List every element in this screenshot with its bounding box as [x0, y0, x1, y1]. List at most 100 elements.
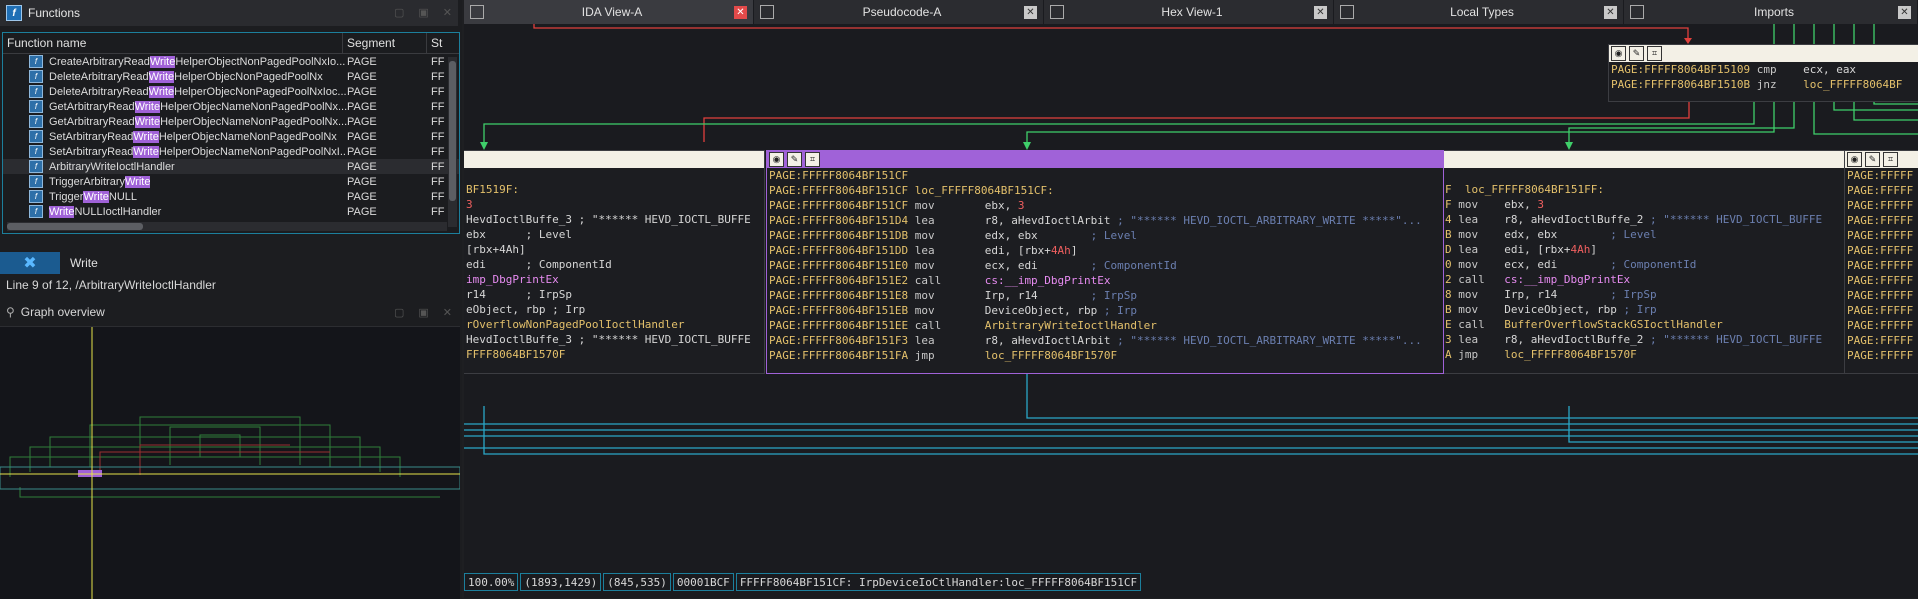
function-name: DeleteArbitraryReadWriteHelperObjecNonPa… — [49, 85, 347, 98]
restore-icon[interactable]: ▣ — [418, 306, 428, 319]
color-icon[interactable]: ◉ — [1847, 152, 1862, 167]
code-line: PAGE:FFFFF8064BF1510B jnz loc_FFFFF8064B… — [1611, 77, 1918, 92]
function-row[interactable]: f TriggerWriteNULL PAGE FF — [3, 189, 459, 204]
scroll-thumb[interactable] — [7, 223, 143, 230]
code-line: edi ; ComponentId — [466, 257, 764, 272]
function-name: CreateArbitraryReadWriteHelperObjectNonP… — [49, 55, 347, 68]
tab-hex-view-1[interactable]: Hex View-1 ✕ — [1044, 0, 1334, 24]
code-block-far-right[interactable]: ◉ ✎ ⌗ PAGE:FFFFF PAGE:FFFFF PAGE:FFFFF PAGE… — [1844, 150, 1918, 374]
function-row[interactable]: f GetArbitraryReadWriteHelperObjecNameNon… — [3, 114, 459, 129]
graph-overview-title-bar[interactable]: ⚲ Graph overview ▢ ▣ ✕ — [0, 300, 458, 324]
address: PAGE:FFFFF8064BF151CF — [769, 199, 909, 212]
function-icon: f — [29, 100, 43, 113]
address: PAGE:FFFFF8064BF151CF — [769, 169, 909, 182]
mnemonic: call — [914, 274, 942, 287]
operands: ArbitraryWriteIoctlHandler — [984, 319, 1157, 332]
vertical-scrollbar[interactable] — [448, 57, 457, 227]
operands: r8, aHevdIoctlArbit ; "****** HEVD_IOCTL… — [984, 334, 1422, 347]
tab-close-icon[interactable]: ✕ — [1604, 5, 1617, 19]
code-line: PAGE:FFFFF8064BF151CF mov ebx, 3 — [769, 198, 1443, 213]
code-line: PAGE:FFFFF8064BF151DD lea edi, [rbx+4Ah] — [769, 243, 1443, 258]
function-segment: PAGE — [347, 85, 377, 98]
search-input[interactable] — [68, 253, 452, 273]
function-row[interactable]: f SetArbitraryReadWriteHelperObjecNameNon… — [3, 144, 459, 159]
color-icon[interactable]: ◉ — [769, 152, 784, 167]
function-row[interactable]: f DeleteArbitraryReadWriteHelperObjecNonP… — [3, 69, 459, 84]
tab-close-icon[interactable]: ✕ — [1024, 5, 1037, 19]
code-block-right[interactable]: F loc_FFFFF8064BF151FF: F mov ebx, 3 4 lea r… — [1442, 150, 1864, 374]
function-segment: PAGE — [347, 190, 377, 203]
function-row[interactable]: f ArbitraryWriteIoctlHandler PAGE FF — [3, 159, 459, 174]
function-row[interactable]: f CreateArbitraryReadWriteHelperObjectNon… — [3, 54, 459, 69]
operands: ecx, edi ; ComponentId — [984, 259, 1177, 272]
float-icon[interactable]: ▢ — [394, 306, 404, 319]
tab-imports[interactable]: Imports ✕ — [1624, 0, 1918, 24]
block-code: BF1519F: 3 HevdIoctlBuffe_3 ; "****** HEVD… — [464, 168, 764, 362]
rename-icon[interactable]: ✎ — [1629, 46, 1644, 61]
graph-icon[interactable]: ⌗ — [805, 152, 820, 167]
overview-red-edges — [99, 444, 330, 477]
code-line: PAGE:FFFFF — [1847, 228, 1918, 243]
operands: cs:__imp_DbgPrintEx — [984, 274, 1111, 287]
function-row[interactable]: f WriteNULLIoctlHandler PAGE FF — [3, 204, 459, 219]
function-segment: PAGE — [347, 115, 377, 128]
restore-icon[interactable]: ▣ — [418, 6, 428, 19]
name-match-highlight: Write — [134, 100, 161, 113]
code-block-current[interactable]: ◉ ✎ ⌗ PAGE:FFFFF8064BF151CF PAGE:FFFFF80… — [766, 150, 1444, 374]
tab-close-icon[interactable]: ✕ — [1314, 5, 1327, 19]
tab-local-types[interactable]: Local Types ✕ — [1334, 0, 1624, 24]
tab-close-icon[interactable]: ✕ — [734, 5, 747, 19]
mnemonic: mov — [1458, 303, 1479, 316]
clear-search-button[interactable]: ✖ — [0, 252, 60, 274]
function-row[interactable]: f TriggerArbitraryWrite PAGE FF — [3, 174, 459, 189]
code-line: PAGE:FFFFF8064BF151EB mov DeviceObject, r… — [769, 303, 1443, 318]
rename-icon[interactable]: ✎ — [1865, 152, 1880, 167]
address: PAGE:FFFFF — [1847, 169, 1914, 182]
graph-overview[interactable] — [0, 326, 460, 599]
code-block-top[interactable]: ◉ ✎ ⌗ PAGE:FFFFF8064BF15109 cmp ecx, eax… — [1608, 44, 1918, 102]
rename-icon[interactable]: ✎ — [787, 152, 802, 167]
color-icon[interactable]: ◉ — [1611, 46, 1626, 61]
address: PAGE:FFFFF8064BF151E2 — [769, 274, 909, 287]
code-block-left[interactable]: BF1519F: 3 HevdIoctlBuffe_3 ; "****** HEVD… — [464, 150, 765, 374]
tab-ida-view-a[interactable]: IDA View-A ✕ — [464, 0, 754, 24]
function-icon: f — [29, 85, 43, 98]
scroll-thumb[interactable] — [449, 61, 456, 201]
operands: ecx, eax — [1803, 63, 1857, 76]
code-line: PAGE:FFFFF8064BF151F3 lea r8, aHevdIoctlA… — [769, 333, 1443, 348]
column-function-name[interactable]: Function name — [3, 33, 343, 53]
tab-close-icon[interactable]: ✕ — [1898, 5, 1911, 19]
address-fragment: A — [1445, 348, 1452, 361]
function-row[interactable]: f GetArbitraryReadWriteHelperObjecNameNon… — [3, 99, 459, 114]
code-line: D lea edi, [rbx+4Ah] — [1445, 242, 1863, 257]
address: PAGE:FFFFF8064BF151F3 — [769, 334, 909, 347]
function-row[interactable]: f DeleteArbitraryReadWriteHelperObjecNonP… — [3, 84, 459, 99]
operands: ecx, edi ; ComponentId — [1504, 258, 1697, 271]
column-st[interactable]: St — [427, 33, 447, 53]
function-row[interactable]: f SetArbitraryReadWriteHelperObjecNameNon… — [3, 129, 459, 144]
function-segment: PAGE — [347, 205, 377, 218]
graph-icon[interactable]: ⌗ — [1647, 46, 1662, 61]
close-icon[interactable]: ✕ — [443, 6, 452, 19]
function-name: DeleteArbitraryReadWriteHelperObjecNonPa… — [49, 70, 347, 83]
code-line: [rbx+4Ah] — [466, 242, 764, 257]
name-match-highlight: Write — [49, 205, 75, 218]
tab-pseudocode-a[interactable]: Pseudocode-A ✕ — [754, 0, 1044, 24]
function-name: GetArbitraryReadWriteHelperObjecNameNonP… — [49, 115, 347, 128]
name-suffix: HelperObjecNameNonPagedPoolNx — [158, 130, 337, 143]
code-text: 3 — [466, 198, 473, 211]
name-suffix: HelperObjecNonPagedPoolNx — [174, 70, 323, 83]
name-prefix: SetArbitraryRead — [49, 145, 134, 158]
graph-view[interactable]: ◉ ✎ ⌗ PAGE:FFFFF8064BF15109 cmp ecx, eax… — [464, 24, 1918, 570]
float-icon[interactable]: ▢ — [394, 6, 404, 19]
code-line: B mov DeviceObject, rbp ; Irp — [1445, 302, 1863, 317]
horizontal-scrollbar[interactable] — [7, 222, 447, 231]
graph-icon[interactable]: ⌗ — [1883, 152, 1898, 167]
functions-table-header: Function name Segment St — [3, 33, 459, 54]
block-label: F loc_FFFFF8064BF151FF: — [1445, 182, 1863, 197]
functions-panel-title[interactable]: f Functions ▢ ▣ ✕ — [0, 0, 458, 26]
address: PAGE:FFFFF8064BF151CF — [769, 184, 909, 197]
column-segment[interactable]: Segment — [343, 33, 427, 53]
block-header — [1443, 151, 1863, 168]
close-icon[interactable]: ✕ — [443, 306, 452, 319]
